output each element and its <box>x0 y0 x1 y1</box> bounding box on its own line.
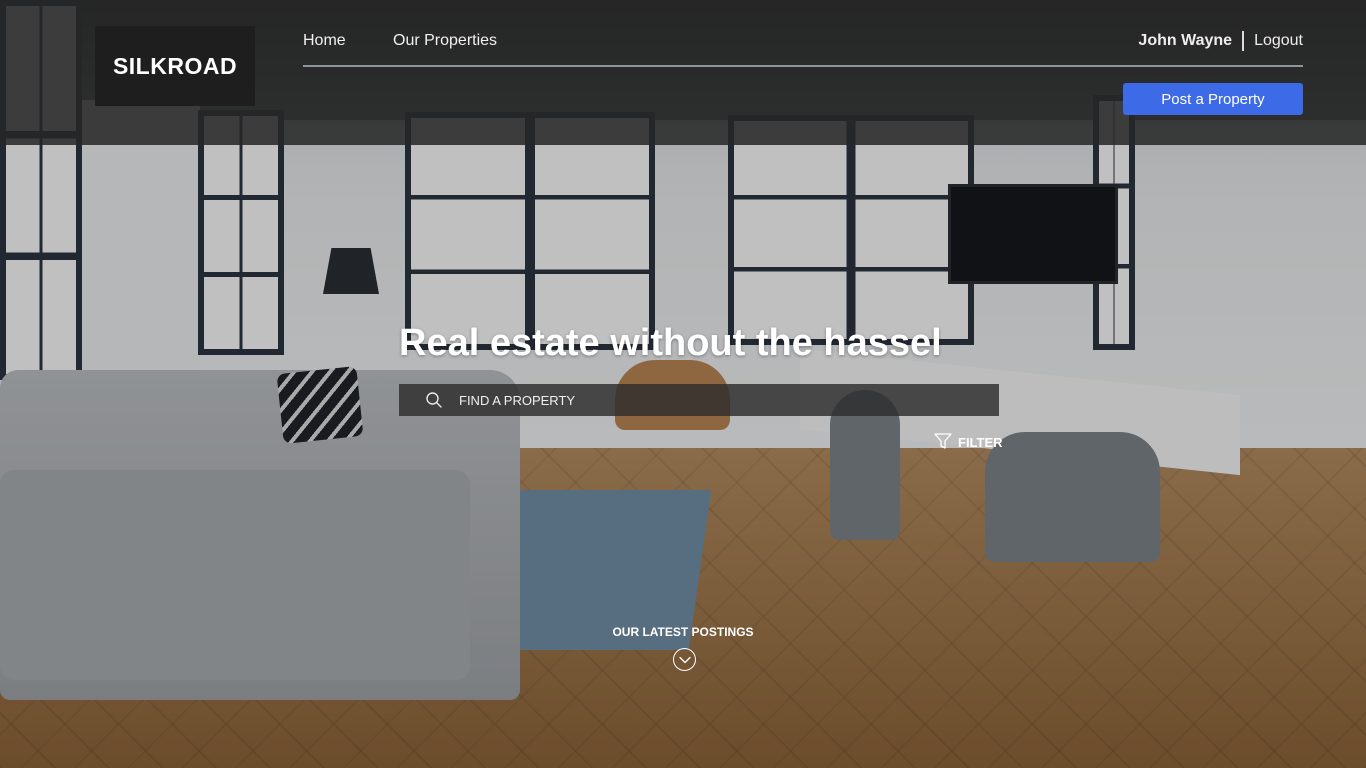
hero-title: Real estate without the hassel <box>399 322 942 364</box>
nav-home-link[interactable]: Home <box>303 32 346 50</box>
chevron-down-icon <box>678 651 691 669</box>
filter-button[interactable]: FILTER <box>934 433 1003 452</box>
scroll-down-button[interactable] <box>673 648 696 671</box>
brand-logo[interactable]: SILKROAD <box>95 26 255 106</box>
search-icon[interactable] <box>423 384 459 416</box>
nav-our-properties-link[interactable]: Our Properties <box>393 32 497 50</box>
property-search-bar <box>399 384 999 416</box>
user-name[interactable]: John Wayne <box>1138 32 1232 50</box>
logout-link[interactable]: Logout <box>1254 32 1303 50</box>
user-separator <box>1242 31 1245 51</box>
latest-postings-label: OUR LATEST POSTINGS <box>612 625 754 639</box>
filter-label: FILTER <box>958 435 1003 450</box>
site-header: SILKROAD Home Our Properties John Wayne … <box>0 0 1366 145</box>
search-input[interactable] <box>459 384 999 416</box>
nav-divider <box>303 65 1303 67</box>
post-property-button[interactable]: Post a Property <box>1123 83 1303 115</box>
filter-icon <box>934 433 952 452</box>
user-menu: John Wayne Logout <box>1138 31 1303 51</box>
